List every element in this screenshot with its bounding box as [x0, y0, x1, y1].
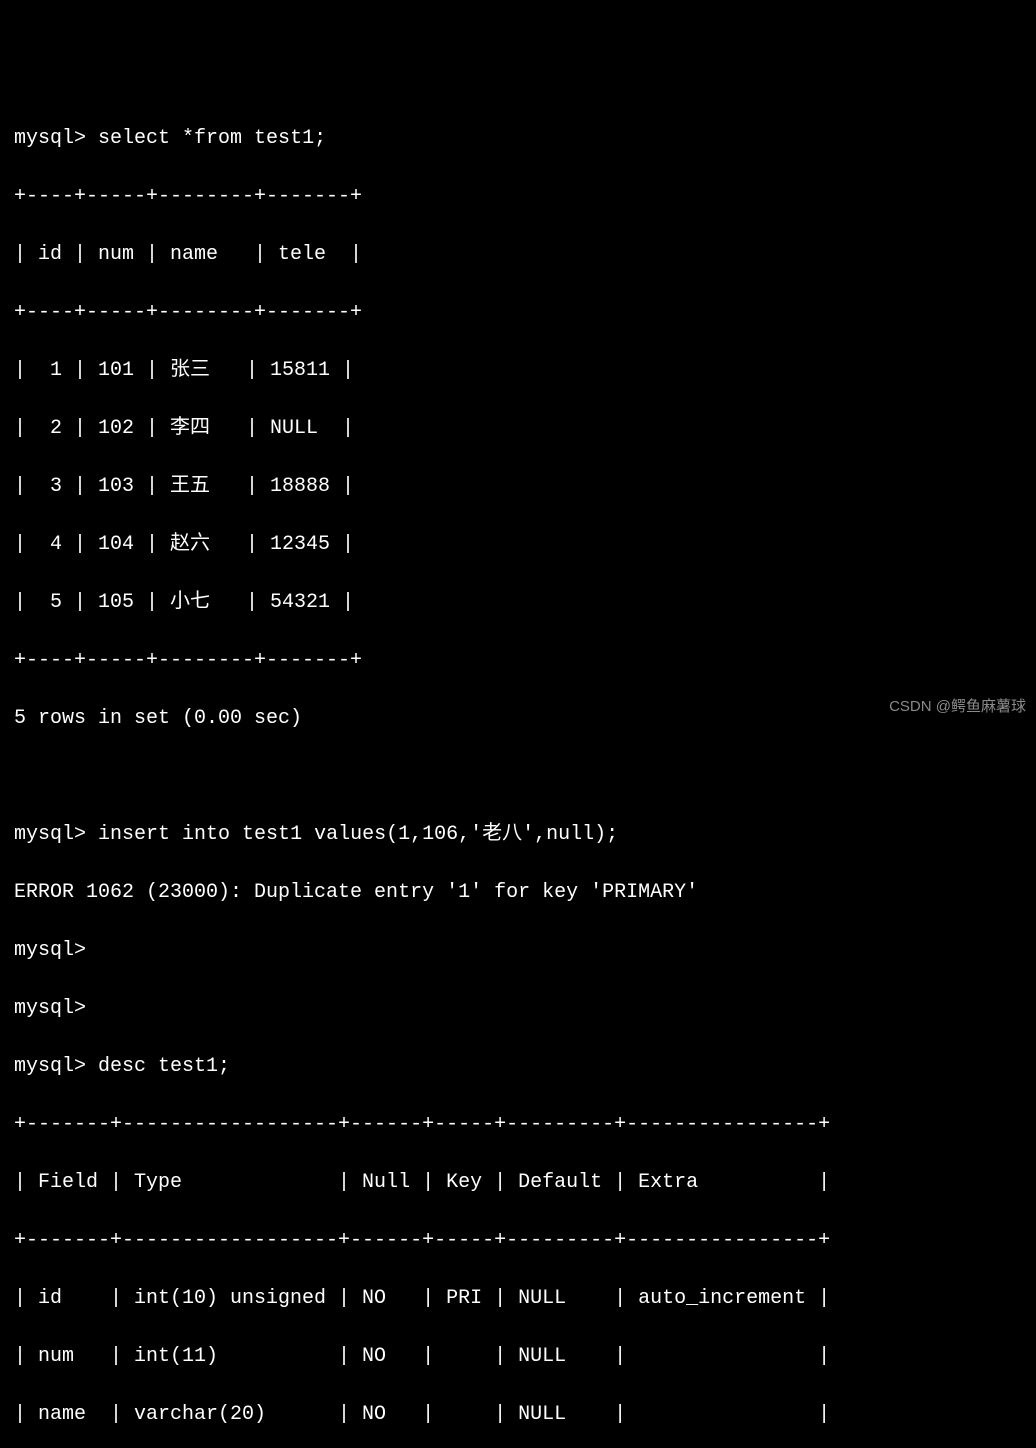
table-border: +-------+------------------+------+-----…: [14, 1110, 1022, 1139]
desc-command: desc test1;: [98, 1055, 230, 1078]
watermark: CSDN @鳄鱼麻薯球: [889, 696, 1026, 718]
blank-line: [14, 762, 1022, 791]
empty-prompt: mysql>: [14, 994, 1022, 1023]
table-header: | Field | Type | Null | Key | Default | …: [14, 1168, 1022, 1197]
select-command: select *from test1;: [98, 127, 326, 150]
mysql-prompt: mysql>: [14, 823, 86, 846]
table-border: +----+-----+--------+-------+: [14, 182, 1022, 211]
empty-prompt: mysql>: [14, 936, 1022, 965]
result-message: 5 rows in set (0.00 sec): [14, 704, 1022, 733]
prompt-line: mysql> desc test1;: [14, 1052, 1022, 1081]
prompt-line: mysql> insert into test1 values(1,106,'老…: [14, 820, 1022, 849]
table-row: | 2 | 102 | 李四 | NULL |: [14, 414, 1022, 443]
mysql-prompt: mysql>: [14, 127, 86, 150]
mysql-prompt: mysql>: [14, 1055, 86, 1078]
table-row: | id | int(10) unsigned | NO | PRI | NUL…: [14, 1284, 1022, 1313]
prompt-line: mysql> select *from test1;: [14, 124, 1022, 153]
insert-command: insert into test1 values(1,106,'老八',null…: [98, 823, 618, 846]
error-message: ERROR 1062 (23000): Duplicate entry '1' …: [14, 878, 1022, 907]
table-row: | num | int(11) | NO | | NULL | |: [14, 1342, 1022, 1371]
table-border: +----+-----+--------+-------+: [14, 646, 1022, 675]
table-border: +----+-----+--------+-------+: [14, 298, 1022, 327]
table-border: +-------+------------------+------+-----…: [14, 1226, 1022, 1255]
table-row: | 4 | 104 | 赵六 | 12345 |: [14, 530, 1022, 559]
table-row: | 3 | 103 | 王五 | 18888 |: [14, 472, 1022, 501]
table-header: | id | num | name | tele |: [14, 240, 1022, 269]
table-row: | name | varchar(20) | NO | | NULL | |: [14, 1400, 1022, 1429]
table-row: | 1 | 101 | 张三 | 15811 |: [14, 356, 1022, 385]
table-row: | 5 | 105 | 小七 | 54321 |: [14, 588, 1022, 617]
